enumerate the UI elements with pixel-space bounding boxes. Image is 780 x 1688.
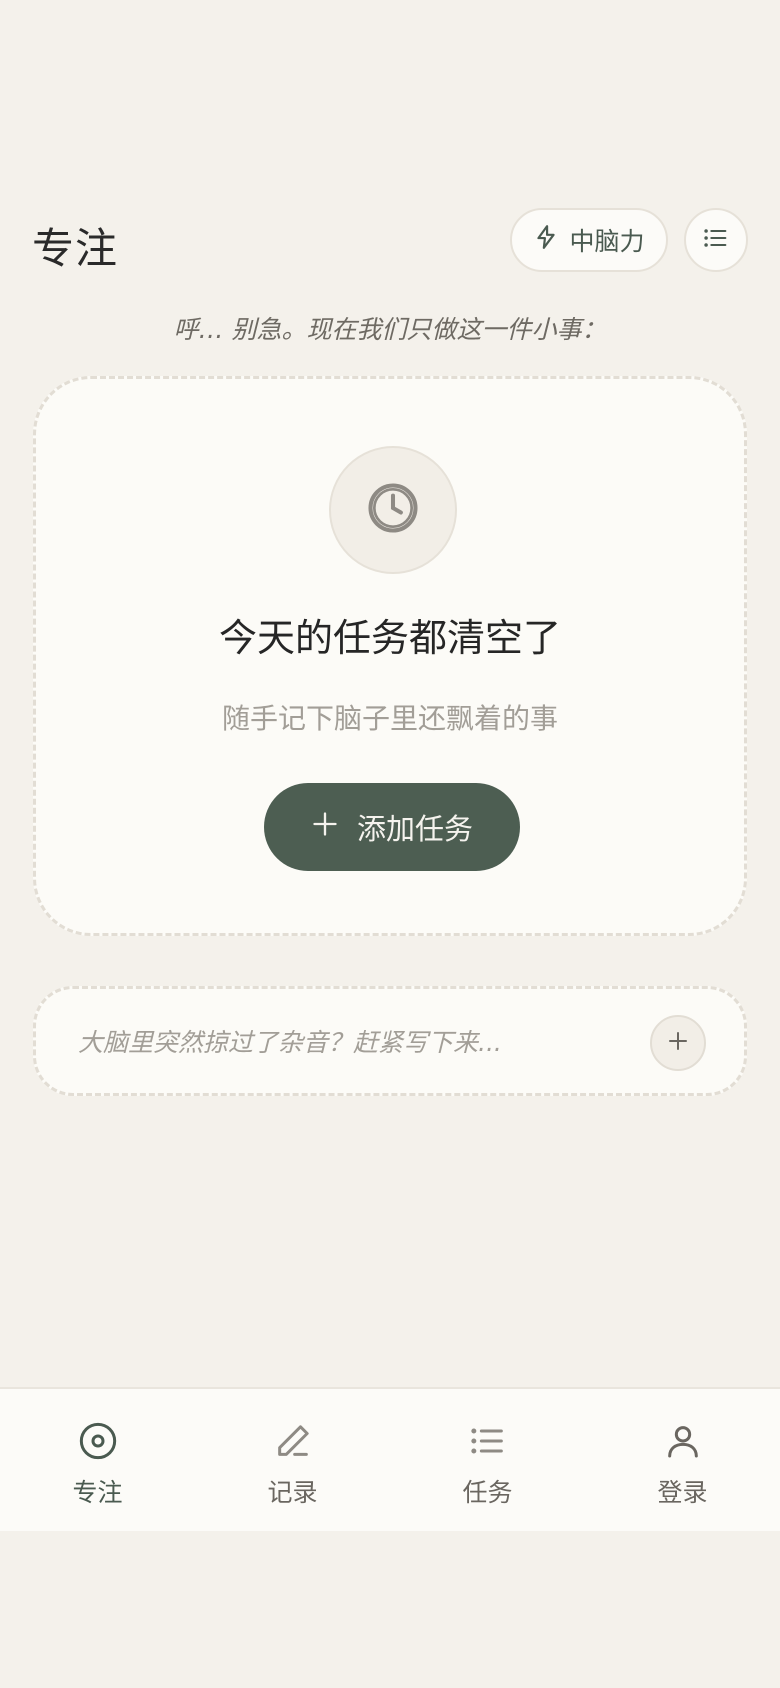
nav-item-login[interactable]: 登录: [585, 1389, 780, 1531]
energy-level-label: 中脑力: [569, 227, 645, 256]
nav-label-login: 登录: [657, 1478, 708, 1507]
nav-label-tasks: 任务: [462, 1478, 513, 1507]
focus-target-icon: [78, 1421, 118, 1465]
focus-card: 今天的任务都清空了 随手记下脑子里还飘着的事 添加任务: [33, 376, 747, 936]
nav-item-focus[interactable]: 专注: [0, 1389, 195, 1531]
add-task-button[interactable]: 添加任务: [264, 783, 520, 871]
bottom-nav: 专注 记录 任务 登录: [0, 1387, 780, 1531]
pencil-icon: [273, 1421, 313, 1465]
user-icon: [663, 1421, 703, 1465]
nav-label-records: 记录: [267, 1478, 318, 1507]
list-icon: [702, 224, 730, 256]
header: 专注 中脑力: [0, 205, 780, 275]
energy-level-button[interactable]: 中脑力: [510, 208, 668, 272]
quick-capture-box: [33, 986, 747, 1096]
clock-badge: [329, 446, 457, 574]
nav-label-focus: 专注: [72, 1478, 123, 1507]
quick-add-button[interactable]: [650, 1015, 706, 1071]
lightning-icon: [533, 224, 559, 256]
empty-state-title: 今天的任务都清空了: [218, 616, 561, 660]
plus-icon: [666, 1029, 690, 1057]
clock-icon: [366, 481, 420, 539]
page-title: 专注: [32, 224, 119, 273]
empty-state-subtitle: 随手记下脑子里还飘着的事: [221, 702, 558, 735]
plus-icon: [311, 810, 339, 845]
add-task-label: 添加任务: [356, 812, 473, 846]
nav-item-records[interactable]: 记录: [195, 1389, 390, 1531]
quick-capture-input[interactable]: [78, 1017, 618, 1067]
focus-subtitle: 呼… 别急。现在我们只做这一件小事：: [173, 315, 607, 344]
nav-item-tasks[interactable]: 任务: [390, 1389, 585, 1531]
menu-button[interactable]: [684, 208, 748, 272]
list-icon: [468, 1421, 508, 1465]
